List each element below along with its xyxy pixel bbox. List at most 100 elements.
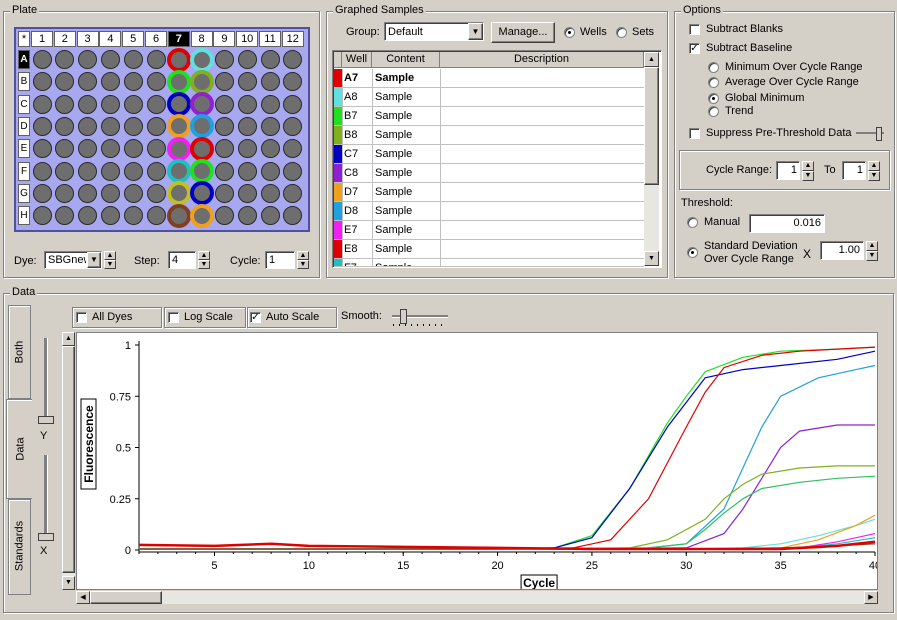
threshold-manual-input[interactable]: 0.016 xyxy=(749,214,825,233)
step-up-button[interactable]: ▲ xyxy=(198,251,210,260)
plate-well-F5[interactable] xyxy=(123,161,143,181)
dye-dropdown-button[interactable]: ▼ xyxy=(87,252,101,268)
plate-well-D6[interactable] xyxy=(146,116,166,136)
sets-radio-label[interactable]: Sets xyxy=(632,26,654,38)
plate-well-E9[interactable] xyxy=(214,139,234,159)
plate-well-C1[interactable] xyxy=(32,94,52,114)
auto-scale-checkbox[interactable]: ✓ xyxy=(250,312,261,323)
plate-well-H8[interactable] xyxy=(189,203,214,228)
plate-well-D8[interactable] xyxy=(189,114,214,139)
plate-well-D4[interactable] xyxy=(100,116,120,136)
all-dyes-label[interactable]: All Dyes xyxy=(92,311,132,323)
table-row[interactable]: E7 Sample xyxy=(334,221,644,240)
wells-radio[interactable] xyxy=(564,27,575,38)
plate-well-E11[interactable] xyxy=(260,139,280,159)
plate-well-C7[interactable] xyxy=(166,92,191,117)
tab-both[interactable]: Both xyxy=(8,305,31,399)
threshold-stddev-label-1[interactable]: Standard Deviation xyxy=(704,240,798,252)
plate-well-A3[interactable] xyxy=(78,50,98,69)
plate-well-B7[interactable] xyxy=(166,69,191,94)
plate-well-H5[interactable] xyxy=(123,206,143,226)
plate-well-E4[interactable] xyxy=(100,139,120,159)
step-input[interactable]: 4 xyxy=(168,251,196,269)
plate-well-H7[interactable] xyxy=(166,203,191,228)
plate-row-header-B[interactable]: B xyxy=(18,72,30,92)
baseline-global-min-label[interactable]: Global Minimum xyxy=(725,92,804,104)
plate-well-G10[interactable] xyxy=(237,183,257,203)
plate-well-D10[interactable] xyxy=(237,116,257,136)
group-dropdown-button[interactable]: ▼ xyxy=(468,23,483,40)
chart-hscroll-thumb[interactable] xyxy=(90,591,162,604)
plate-well-E10[interactable] xyxy=(237,139,257,159)
chart-hscroll-left[interactable]: ◀ xyxy=(76,591,90,604)
plate-row-header-H[interactable]: H xyxy=(18,206,30,226)
plate-well-H11[interactable] xyxy=(260,206,280,226)
plate-well-D11[interactable] xyxy=(260,116,280,136)
plate-well-A11[interactable] xyxy=(260,50,280,69)
plate-well-G11[interactable] xyxy=(260,183,280,203)
suppress-label[interactable]: Suppress Pre-Threshold Data xyxy=(706,127,852,139)
table-header-well[interactable]: Well xyxy=(342,52,372,68)
table-header-content[interactable]: Content xyxy=(372,52,440,68)
plate-well-F8[interactable] xyxy=(189,159,214,183)
subtract-blanks-label[interactable]: Subtract Blanks xyxy=(706,23,783,35)
plate-well-G4[interactable] xyxy=(100,183,120,203)
log-scale-checkbox[interactable] xyxy=(168,312,179,323)
tab-data[interactable]: Data xyxy=(6,399,32,499)
group-select[interactable]: Default ▼ xyxy=(384,22,484,41)
manage-button[interactable]: Manage... xyxy=(491,22,555,43)
log-scale-label[interactable]: Log Scale xyxy=(184,311,233,323)
plate-well-A6[interactable] xyxy=(146,50,166,69)
baseline-trend-label[interactable]: Trend xyxy=(725,105,753,117)
plate-well-C9[interactable] xyxy=(214,94,234,114)
plate-column-header-4[interactable]: 4 xyxy=(99,31,122,47)
chart-hscroll[interactable] xyxy=(76,591,878,604)
plate-column-header-6[interactable]: 6 xyxy=(145,31,167,47)
y-slider-track[interactable] xyxy=(44,338,48,418)
plate-column-header-7[interactable]: 7 xyxy=(167,31,190,47)
plate-well-D3[interactable] xyxy=(78,116,98,136)
subtract-blanks-checkbox[interactable] xyxy=(689,24,700,35)
plate-well-F3[interactable] xyxy=(78,161,98,181)
plate-well-B11[interactable] xyxy=(260,72,280,92)
plate-well-H10[interactable] xyxy=(237,206,257,226)
plate-well-A5[interactable] xyxy=(123,50,143,69)
plate-column-header-12[interactable]: 12 xyxy=(281,31,304,47)
plate-column-header-5[interactable]: 5 xyxy=(122,31,145,47)
plate-well-A7[interactable] xyxy=(166,47,191,72)
plate-column-header-9[interactable]: 9 xyxy=(213,31,236,47)
subtract-baseline-label[interactable]: Subtract Baseline xyxy=(706,42,792,54)
table-row[interactable]: C8 Sample xyxy=(334,164,644,183)
plate-well-B8[interactable] xyxy=(189,69,214,94)
x-slider-thumb[interactable] xyxy=(38,533,54,541)
cycle-input[interactable]: 1 xyxy=(265,251,295,269)
y-slider-thumb[interactable] xyxy=(38,416,54,424)
plate-well-C4[interactable] xyxy=(100,94,120,114)
plate-well-F10[interactable] xyxy=(237,161,257,181)
plate-well-D1[interactable] xyxy=(32,116,52,136)
plate-well-C6[interactable] xyxy=(146,94,166,114)
chart-vscroll-thumb[interactable] xyxy=(62,346,75,573)
cycle-range-to-input[interactable]: 1 xyxy=(842,161,866,180)
table-row[interactable]: E8 Sample xyxy=(334,240,644,259)
dye-down-button[interactable]: ▼ xyxy=(104,260,116,269)
step-down-button[interactable]: ▼ xyxy=(198,260,210,269)
cycle-from-up-button[interactable]: ▲ xyxy=(802,161,814,171)
x-slider-track[interactable] xyxy=(44,455,48,535)
suppress-slider-thumb[interactable] xyxy=(876,127,882,141)
baseline-global-min-radio[interactable] xyxy=(708,93,719,104)
table-header-description[interactable]: Description xyxy=(440,52,644,68)
chart-vscroll-up[interactable]: ▲ xyxy=(62,332,75,346)
stddev-up-button[interactable]: ▲ xyxy=(866,241,878,251)
plate-well-G2[interactable] xyxy=(55,183,75,203)
plate-well-C2[interactable] xyxy=(55,94,75,114)
baseline-avg-label[interactable]: Average Over Cycle Range xyxy=(725,76,859,88)
tab-standards[interactable]: Standards xyxy=(8,499,31,595)
table-scroll-thumb[interactable] xyxy=(644,67,659,185)
cycle-from-down-button[interactable]: ▼ xyxy=(802,171,814,181)
plate-column-header-1[interactable]: 1 xyxy=(31,31,53,47)
table-scroll-up-button[interactable]: ▲ xyxy=(644,52,659,67)
plate-column-header-11[interactable]: 11 xyxy=(259,31,281,47)
plate-column-header-3[interactable]: 3 xyxy=(76,31,99,47)
table-row[interactable]: B8 Sample xyxy=(334,126,644,145)
